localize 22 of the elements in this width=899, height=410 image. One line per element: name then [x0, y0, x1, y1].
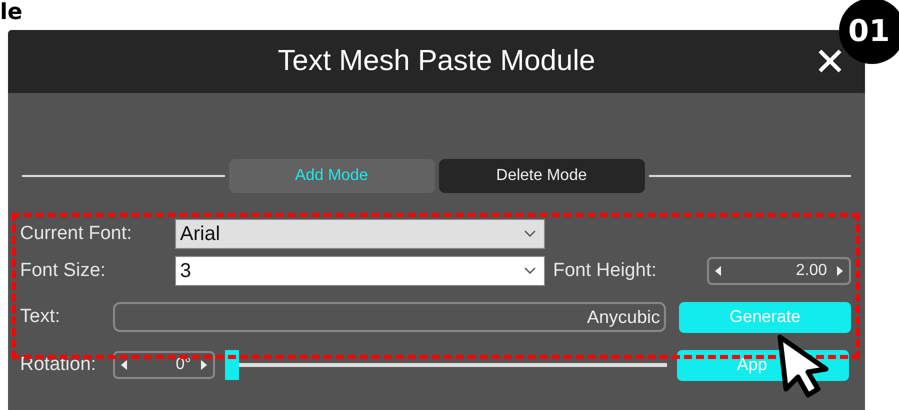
left-arrow-icon[interactable]	[121, 360, 127, 370]
field-label: Text:	[20, 306, 62, 328]
slider-thumb[interactable]	[225, 350, 239, 380]
field-label: Font Size:	[20, 260, 107, 282]
height-spinner[interactable]: 2.00	[707, 257, 851, 285]
right-arrow-icon[interactable]	[837, 266, 843, 276]
field-label: Rotation:	[20, 354, 98, 376]
right-arrow-icon[interactable]	[201, 360, 207, 370]
size-dropdown[interactable]: 3	[175, 256, 545, 286]
field-label: Current Font:	[20, 223, 133, 245]
window-title: Text Mesh Paste Module	[278, 45, 596, 78]
chevron-down-icon	[524, 230, 536, 238]
font-dropdown[interactable]: Arial	[175, 219, 545, 249]
mode-tab[interactable]: Add Mode	[228, 159, 434, 193]
chevron-down-icon	[524, 267, 536, 275]
step-badge: 01	[839, 0, 899, 64]
heading: le	[0, 0, 22, 27]
close-icon[interactable]	[817, 48, 843, 74]
field-label: Font Height:	[553, 260, 658, 282]
text-field[interactable]: Anycubic	[113, 302, 666, 332]
left-arrow-icon[interactable]	[715, 266, 721, 276]
mode-tab[interactable]: Delete Mode	[438, 159, 644, 193]
